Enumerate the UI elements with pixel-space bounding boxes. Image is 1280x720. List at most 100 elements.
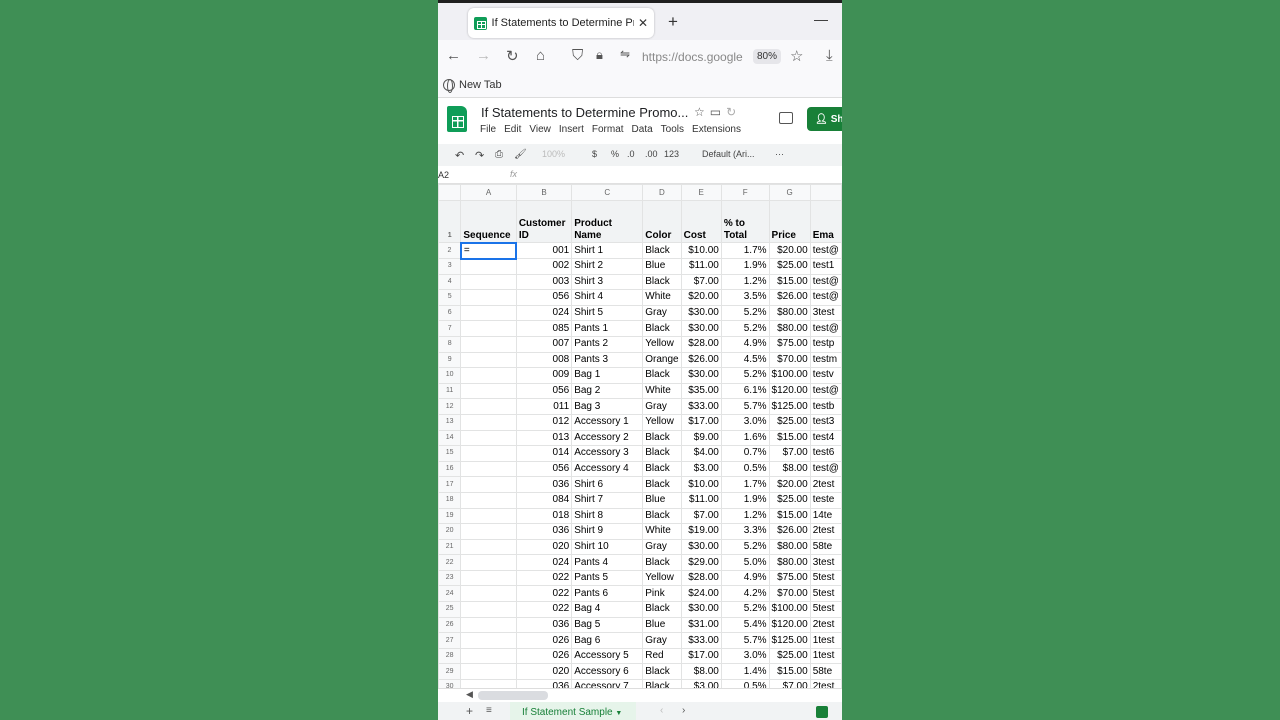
cell[interactable]: $26.00 — [768, 289, 811, 306]
cell[interactable] — [460, 289, 517, 306]
cell[interactable]: Pants 3 — [571, 351, 644, 369]
more-toolbar-button[interactable]: ··· — [775, 149, 784, 159]
cell[interactable]: Accessory 3 — [571, 445, 644, 462]
cell[interactable] — [460, 585, 517, 603]
cell[interactable]: $125.00 — [768, 632, 811, 649]
cell[interactable]: 3test — [809, 554, 842, 571]
cell[interactable] — [460, 335, 517, 353]
cell[interactable]: 6.1% — [720, 382, 770, 400]
cell[interactable] — [460, 476, 517, 493]
star-icon[interactable]: ☆ — [694, 105, 710, 119]
cell[interactable]: Black — [642, 476, 682, 493]
cell[interactable]: test@ — [809, 460, 842, 478]
menu-view[interactable]: View — [529, 124, 551, 135]
header-cell[interactable]: Sequence — [460, 200, 517, 243]
cell[interactable]: $80.00 — [768, 320, 811, 337]
cell[interactable] — [460, 258, 517, 275]
cell[interactable] — [460, 647, 517, 665]
cell[interactable]: 1.2% — [720, 507, 770, 525]
active-cell[interactable]: = — [459, 241, 518, 260]
cell[interactable]: $8.00 — [768, 460, 811, 478]
url-field[interactable]: https://docs.google — [642, 50, 746, 64]
cell[interactable]: $3.00 — [680, 460, 722, 478]
cell[interactable]: 026 — [515, 632, 573, 649]
row-number[interactable]: 15 — [438, 445, 462, 462]
row-number[interactable]: 30 — [438, 679, 462, 688]
print-icon[interactable]: ⎙ — [495, 149, 503, 160]
cell[interactable]: $80.00 — [768, 538, 811, 556]
column-header[interactable]: E — [680, 184, 722, 201]
forward-arrow-icon[interactable]: → — [476, 47, 491, 64]
cell[interactable]: $120.00 — [768, 382, 811, 400]
cell[interactable]: Shirt 9 — [571, 523, 644, 540]
cell[interactable]: Shirt 5 — [571, 304, 644, 322]
cell[interactable]: $120.00 — [768, 616, 811, 634]
cell[interactable] — [460, 632, 517, 649]
cell[interactable]: Pants 1 — [571, 320, 644, 337]
cell[interactable]: $25.00 — [768, 647, 811, 665]
cell[interactable] — [460, 538, 517, 556]
cell[interactable]: $26.00 — [768, 523, 811, 540]
cell[interactable]: Gray — [642, 398, 682, 415]
cell[interactable]: 2test — [809, 476, 842, 493]
row-number[interactable]: 22 — [438, 554, 462, 571]
prev-sheet-icon[interactable]: ‹ — [660, 705, 663, 716]
cell[interactable]: $8.00 — [680, 663, 722, 681]
cell[interactable]: Accessory 4 — [571, 460, 644, 478]
cell[interactable]: 5.2% — [720, 601, 770, 618]
cell[interactable]: 008 — [515, 351, 573, 369]
cell[interactable]: $15.00 — [768, 273, 811, 291]
row-number[interactable]: 9 — [438, 351, 462, 369]
row-number[interactable]: 3 — [438, 258, 462, 275]
cell[interactable]: Shirt 8 — [571, 507, 644, 525]
cell[interactable]: 4.9% — [720, 335, 770, 353]
cell[interactable]: 1.6% — [720, 429, 770, 447]
cell[interactable]: 5.2% — [720, 320, 770, 337]
row-number[interactable]: 20 — [438, 523, 462, 540]
undo-icon[interactable]: ↶ — [455, 149, 464, 162]
menu-format[interactable]: Format — [592, 124, 624, 135]
cell[interactable]: Black — [642, 460, 682, 478]
cell[interactable]: Black — [642, 429, 682, 447]
cell[interactable]: White — [642, 523, 682, 540]
cell[interactable]: Black — [642, 663, 682, 681]
cell[interactable]: test3 — [809, 413, 842, 431]
cell[interactable]: $17.00 — [680, 413, 722, 431]
cell[interactable]: testv — [809, 367, 842, 384]
header-cell[interactable]: Price — [768, 200, 811, 243]
cell[interactable]: 007 — [515, 335, 573, 353]
sheets-logo-icon[interactable] — [447, 106, 467, 132]
cell[interactable]: 58te — [809, 538, 842, 556]
cell[interactable]: 3test — [809, 304, 842, 322]
cell[interactable]: Pants 6 — [571, 585, 644, 603]
cell[interactable]: testb — [809, 398, 842, 415]
column-header[interactable]: D — [642, 184, 682, 201]
row-number[interactable]: 21 — [438, 538, 462, 556]
cell[interactable]: $125.00 — [768, 398, 811, 415]
cell[interactable]: Gray — [642, 632, 682, 649]
cell[interactable]: $28.00 — [680, 335, 722, 353]
shield-icon[interactable]: ⛉ — [572, 47, 583, 64]
cell[interactable]: 58te — [809, 663, 842, 681]
cell[interactable]: Black — [642, 242, 682, 259]
add-sheet-icon[interactable]: + — [466, 704, 473, 718]
row-number[interactable]: 27 — [438, 632, 462, 649]
cell[interactable]: test@ — [809, 382, 842, 400]
cell[interactable]: $31.00 — [680, 616, 722, 634]
cell[interactable]: $26.00 — [680, 351, 722, 369]
row-number[interactable]: 17 — [438, 476, 462, 493]
cell[interactable]: $7.00 — [680, 507, 722, 525]
back-arrow-icon[interactable]: ← — [446, 47, 461, 64]
cell[interactable]: $15.00 — [768, 507, 811, 525]
cell[interactable]: test@ — [809, 273, 842, 291]
cell[interactable]: 5.4% — [720, 616, 770, 634]
cell[interactable]: Accessory 7 — [571, 679, 644, 688]
zoom-level-badge[interactable]: 80% — [753, 49, 782, 64]
cell[interactable]: $70.00 — [768, 351, 811, 369]
scroll-thumb[interactable] — [478, 691, 548, 700]
cell[interactable] — [460, 351, 517, 369]
cell[interactable]: $100.00 — [768, 367, 811, 384]
browser-tab[interactable]: If Statements to Determine Promo ✕ — [468, 8, 654, 38]
cell[interactable] — [460, 382, 517, 400]
cell[interactable]: Black — [642, 601, 682, 618]
